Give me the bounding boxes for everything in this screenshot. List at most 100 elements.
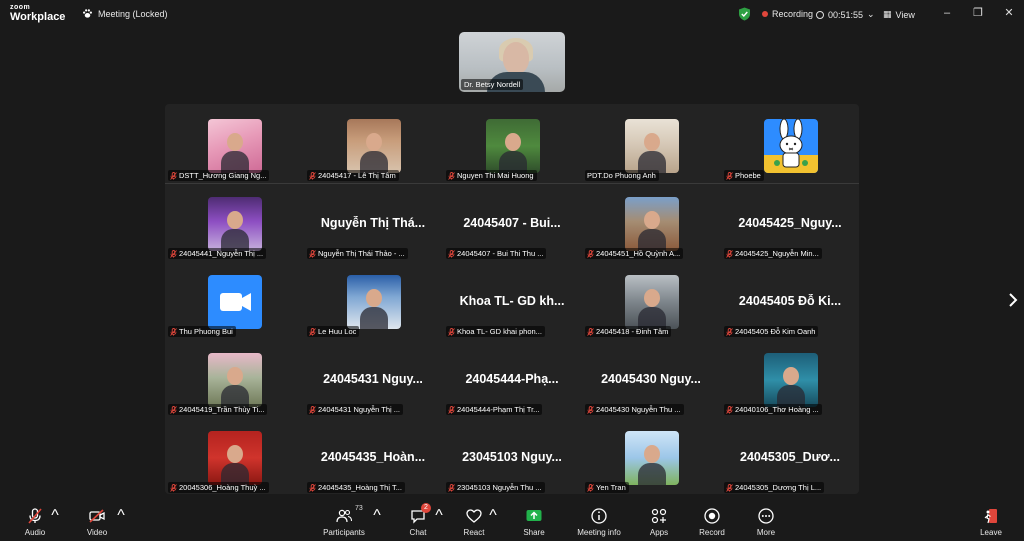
participants-button[interactable]: Participants xyxy=(316,507,372,537)
photo-face xyxy=(227,367,243,385)
leave-button[interactable]: Leave xyxy=(963,507,1019,537)
participant-name: Thu Phuong Bui xyxy=(179,327,233,336)
muted-mic-icon xyxy=(170,249,177,258)
participant-photo xyxy=(208,197,262,251)
maximize-button[interactable]: ❐ xyxy=(971,6,985,20)
participant-tile[interactable]: 24045419_Trần Thùy Ti... xyxy=(165,340,303,416)
participant-tile[interactable]: PDT.Do Phuong Anh xyxy=(582,106,720,182)
share-screen-icon xyxy=(526,510,542,521)
close-button[interactable]: ✕ xyxy=(1002,6,1016,20)
participant-name: PDT.Do Phuong Anh xyxy=(587,171,656,180)
meeting-info-label: Meeting info xyxy=(577,528,621,537)
participant-name: 24040106_Thơ Hoàng ... xyxy=(735,405,819,414)
participant-name-label: 24045444-Phạm Thị Tr... xyxy=(446,404,543,415)
photo-face xyxy=(644,211,660,229)
participant-tile[interactable]: Nguyen Thi Mai Huong xyxy=(443,106,581,182)
participant-name-label: 20045306_Hoàng Thuỳ ... xyxy=(168,482,269,493)
meeting-info-button[interactable]: Meeting info xyxy=(571,507,627,537)
participant-name-label: Khoa TL- GD khai phon... xyxy=(446,326,545,337)
rabbit-avatar-icon xyxy=(764,119,818,173)
participant-tile[interactable]: 24045435_Hoàn... 24045435_Hoàng Thị T... xyxy=(304,418,442,494)
meeting-title[interactable]: Meeting (Locked) xyxy=(82,8,168,19)
zoom-camera-icon xyxy=(220,293,251,311)
photo-face xyxy=(366,289,382,307)
muted-mic-icon xyxy=(587,405,594,414)
record-button[interactable]: Record xyxy=(684,507,740,537)
muted-mic-icon xyxy=(726,405,733,414)
photo-body xyxy=(360,307,388,329)
more-button[interactable]: More xyxy=(738,507,794,537)
participant-display-name: 24045431 Nguy... xyxy=(323,372,423,386)
participant-tile[interactable]: 24045405 Đỗ Ki... 24045405 Đỗ Kim Oanh xyxy=(721,262,859,338)
participant-name: Le Huu Loc xyxy=(318,327,357,336)
next-page-arrow-icon[interactable] xyxy=(1006,290,1020,310)
chat-unread-badge: 2 xyxy=(421,503,431,513)
muted-mic-icon xyxy=(448,483,455,492)
photo-face xyxy=(227,133,243,151)
participant-name: 24045431 Nguyễn Thị ... xyxy=(318,405,401,414)
participant-tile[interactable]: 24040106_Thơ Hoàng ... xyxy=(721,340,859,416)
participant-name: 24045441_Nguyễn Thị ... xyxy=(179,249,264,258)
meeting-toolbar: Audio ^ Video ^ Participants 73 ^ Chat 2… xyxy=(0,503,1024,541)
participant-name-label: 24045419_Trần Thùy Ti... xyxy=(168,404,268,415)
muted-mic-icon xyxy=(170,327,177,336)
chat-options-caret[interactable]: ^ xyxy=(434,507,444,525)
participant-name: 24045405 Đỗ Kim Oanh xyxy=(735,327,816,336)
participant-tile[interactable]: 24045407 - Bui... 24045407 - Bui Thi Thu … xyxy=(443,184,581,260)
photo-face xyxy=(366,133,382,151)
audio-options-caret[interactable]: ^ xyxy=(50,507,60,525)
participant-name: Nguyen Thi Mai Huong xyxy=(457,171,534,180)
participant-tile[interactable]: Nguyễn Thị Thá... Nguyễn Thị Thái Thảo - … xyxy=(304,184,442,260)
video-options-caret[interactable]: ^ xyxy=(116,507,126,525)
participant-name: 24045305_Dương Thị L... xyxy=(735,483,822,492)
leave-icon xyxy=(984,509,997,524)
participant-tile[interactable]: 24045431 Nguy... 24045431 Nguyễn Thị ... xyxy=(304,340,442,416)
participant-tile[interactable]: 24045417 - Lê Thị Tâm xyxy=(304,106,442,182)
react-options-caret[interactable]: ^ xyxy=(488,507,498,525)
paw-icon xyxy=(83,9,92,18)
participant-tile[interactable]: Yen Tran xyxy=(582,418,720,494)
muted-mic-icon xyxy=(448,405,455,414)
logo-line2: Workplace xyxy=(10,11,66,23)
speaker-name: Dr. Betsy Nordell xyxy=(461,79,524,90)
participant-photo xyxy=(625,197,679,251)
participant-name-label: 24045405 Đỗ Kim Oanh xyxy=(724,326,819,337)
participant-tile[interactable]: Le Huu Loc xyxy=(304,262,442,338)
participant-tile[interactable]: 24045430 Nguy... 24045430 Nguyễn Thu ... xyxy=(582,340,720,416)
encryption-shield-icon[interactable] xyxy=(738,7,751,21)
participant-tile[interactable]: 23045103 Nguy... 23045103 Nguyễn Thu ... xyxy=(443,418,581,494)
apps-label: Apps xyxy=(649,528,669,537)
participant-tile[interactable]: 20045306_Hoàng Thuỳ ... xyxy=(165,418,303,494)
participant-tile[interactable]: 24045451_Hồ Quỳnh A... xyxy=(582,184,720,260)
participants-options-caret[interactable]: ^ xyxy=(372,507,382,525)
muted-mic-icon xyxy=(309,327,316,336)
meeting-timer[interactable]: 00:51:55 ⌄ xyxy=(816,9,875,20)
participant-tile[interactable]: 24045441_Nguyễn Thị ... xyxy=(165,184,303,260)
participant-tile[interactable]: 24045444-Phạ... 24045444-Phạm Thị Tr... xyxy=(443,340,581,416)
participant-tile[interactable]: Phoebe xyxy=(721,106,859,182)
participant-name: 24045451_Hồ Quỳnh A... xyxy=(596,249,681,258)
participant-tile[interactable]: 24045305_Dươ... 24045305_Dương Thị L... xyxy=(721,418,859,494)
minimize-button[interactable]: – xyxy=(940,6,954,20)
participant-tile[interactable]: 24045425_Nguy... 24045425_Nguyễn Min... xyxy=(721,184,859,260)
participant-name-label: Thu Phuong Bui xyxy=(168,326,236,337)
participant-name: 24045425_Nguyễn Min... xyxy=(735,249,819,258)
muted-mic-icon xyxy=(170,483,177,492)
share-button[interactable]: Share xyxy=(506,507,562,537)
recording-indicator[interactable]: Recording xyxy=(762,9,813,19)
participant-display-name: 24045305_Dươ... xyxy=(740,450,840,464)
participant-name-label: PDT.Do Phuong Anh xyxy=(585,170,659,181)
participant-tile[interactable]: 24045418 - Đinh Tâm xyxy=(582,262,720,338)
muted-mic-icon xyxy=(448,327,455,336)
participant-tile[interactable]: Thu Phuong Bui xyxy=(165,262,303,338)
participant-tile[interactable]: Khoa TL- GD kh... Khoa TL- GD khai phon..… xyxy=(443,262,581,338)
participant-tile[interactable]: DSTT_Hương Giang Ng... xyxy=(165,106,303,182)
chevron-down-icon: ⌄ xyxy=(867,9,875,19)
more-icon xyxy=(758,508,774,524)
participant-display-name: 24045407 - Bui... xyxy=(463,216,561,230)
view-button[interactable]: ▦ View xyxy=(883,9,915,20)
participant-name: 24045419_Trần Thùy Ti... xyxy=(179,405,265,414)
apps-button[interactable]: Apps xyxy=(631,507,687,537)
active-speaker-video[interactable]: Dr. Betsy Nordell xyxy=(459,32,565,92)
participant-name-label: 24045407 - Bui Thi Thu ... xyxy=(446,248,547,259)
